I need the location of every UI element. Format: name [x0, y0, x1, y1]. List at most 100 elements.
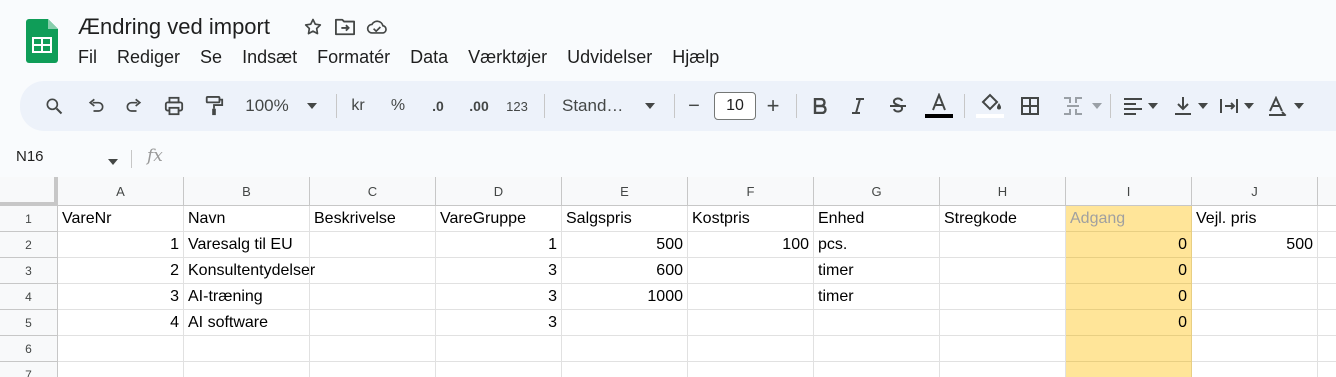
row-header-3[interactable]: 3 — [0, 258, 58, 284]
cell-b5[interactable]: AI software — [184, 310, 310, 336]
cell-g3[interactable]: timer — [814, 258, 940, 284]
cell-b6[interactable] — [184, 336, 310, 362]
cell-d7[interactable] — [436, 362, 562, 377]
increase-font-size-button[interactable]: + — [763, 81, 783, 131]
cell-h6[interactable] — [940, 336, 1066, 362]
menu-rediger[interactable]: Rediger — [107, 46, 190, 68]
menu-formater[interactable]: Formatér — [307, 46, 400, 68]
column-header-b[interactable]: B — [184, 177, 310, 206]
vertical-align-icon[interactable] — [1170, 81, 1196, 131]
bold-icon[interactable] — [808, 81, 832, 131]
row-header-6[interactable]: 6 — [0, 336, 58, 362]
column-header-a[interactable]: A — [58, 177, 184, 206]
cell-c2[interactable] — [310, 232, 436, 258]
strikethrough-icon[interactable] — [886, 81, 910, 131]
cell-g6[interactable] — [814, 336, 940, 362]
star-icon[interactable] — [302, 16, 324, 38]
cell-partial-col[interactable] — [1318, 258, 1336, 284]
search-icon[interactable] — [40, 81, 68, 131]
halign-chevron-down-icon[interactable] — [1146, 81, 1160, 131]
cell-d4[interactable]: 3 — [436, 284, 562, 310]
cell-h7[interactable] — [940, 362, 1066, 377]
cell-j5[interactable] — [1192, 310, 1318, 336]
cell-h1[interactable]: Stregkode — [940, 206, 1066, 232]
cell-b2[interactable]: Varesalg til EU — [184, 232, 310, 258]
menu-udvidelser[interactable]: Udvidelser — [557, 46, 662, 68]
cell-f1[interactable]: Kostpris — [688, 206, 814, 232]
cell-j2[interactable]: 500 — [1192, 232, 1318, 258]
cell-f7[interactable] — [688, 362, 814, 377]
cell-partial-col[interactable] — [1318, 362, 1336, 377]
cell-e5[interactable] — [562, 310, 688, 336]
menu-hjaelp[interactable]: Hjælp — [662, 46, 729, 68]
cell-a2[interactable]: 1 — [58, 232, 184, 258]
name-box-chevron-down-icon[interactable] — [108, 152, 118, 170]
zoom-select[interactable]: 100% — [242, 81, 292, 131]
cell-h2[interactable] — [940, 232, 1066, 258]
cell-e1[interactable]: Salgspris — [562, 206, 688, 232]
cell-j4[interactable] — [1192, 284, 1318, 310]
merge-cells-icon[interactable] — [1058, 81, 1088, 131]
cell-c4[interactable] — [310, 284, 436, 310]
menu-data[interactable]: Data — [400, 46, 458, 68]
cell-d3[interactable]: 3 — [436, 258, 562, 284]
percent-format-button[interactable]: % — [386, 81, 410, 131]
cell-h5[interactable] — [940, 310, 1066, 336]
cell-c7[interactable] — [310, 362, 436, 377]
cell-i6[interactable] — [1066, 336, 1192, 362]
cell-f4[interactable] — [688, 284, 814, 310]
print-icon[interactable] — [160, 81, 188, 131]
select-all-corner[interactable] — [0, 177, 58, 206]
cell-c6[interactable] — [310, 336, 436, 362]
column-header-h[interactable]: H — [940, 177, 1066, 206]
cell-g4[interactable]: timer — [814, 284, 940, 310]
column-header-e[interactable]: E — [562, 177, 688, 206]
redo-icon[interactable] — [120, 81, 148, 131]
column-header-partial[interactable] — [1318, 177, 1336, 206]
cell-i4[interactable]: 0 — [1066, 284, 1192, 310]
cell-d2[interactable]: 1 — [436, 232, 562, 258]
cell-b4[interactable]: AI-træning — [184, 284, 310, 310]
cell-g2[interactable]: pcs. — [814, 232, 940, 258]
cell-c1[interactable]: Beskrivelse — [310, 206, 436, 232]
font-size-input[interactable]: 10 — [714, 92, 756, 120]
cell-e3[interactable]: 600 — [562, 258, 688, 284]
cloud-saved-icon[interactable] — [366, 16, 388, 38]
row-header-1[interactable]: 1 — [0, 206, 58, 232]
cell-a4[interactable]: 3 — [58, 284, 184, 310]
move-folder-icon[interactable] — [334, 16, 356, 38]
cell-e4[interactable]: 1000 — [562, 284, 688, 310]
cell-d6[interactable] — [436, 336, 562, 362]
chevron-down-icon[interactable] — [302, 81, 322, 131]
horizontal-align-icon[interactable] — [1120, 81, 1146, 131]
row-header-5[interactable]: 5 — [0, 310, 58, 336]
column-header-c[interactable]: C — [310, 177, 436, 206]
cell-f2[interactable]: 100 — [688, 232, 814, 258]
cell-j3[interactable] — [1192, 258, 1318, 284]
decrease-decimal-button[interactable]: .0 — [422, 81, 454, 131]
cell-h4[interactable] — [940, 284, 1066, 310]
row-header-4[interactable]: 4 — [0, 284, 58, 310]
row-header-7[interactable]: 7 — [0, 362, 58, 377]
column-header-j[interactable]: J — [1192, 177, 1318, 206]
paint-format-icon[interactable] — [200, 81, 228, 131]
column-header-i[interactable]: I — [1066, 177, 1192, 206]
cell-j1[interactable]: Vejl. pris — [1192, 206, 1318, 232]
merge-chevron-down-icon[interactable] — [1090, 81, 1104, 131]
text-color-icon[interactable] — [922, 81, 956, 131]
cell-f3[interactable] — [688, 258, 814, 284]
rotation-chevron-down-icon[interactable] — [1292, 81, 1306, 131]
text-rotation-icon[interactable] — [1264, 81, 1292, 131]
font-chevron-down-icon[interactable] — [640, 81, 660, 131]
italic-icon[interactable] — [846, 81, 870, 131]
cell-i1[interactable]: Adgang — [1066, 206, 1192, 232]
column-header-g[interactable]: G — [814, 177, 940, 206]
currency-format-button[interactable]: kr — [346, 81, 370, 131]
cell-g1[interactable]: Enhed — [814, 206, 940, 232]
cell-i7[interactable] — [1066, 362, 1192, 377]
cell-e7[interactable] — [562, 362, 688, 377]
row-header-2[interactable]: 2 — [0, 232, 58, 258]
cell-d1[interactable]: VareGruppe — [436, 206, 562, 232]
text-wrapping-icon[interactable] — [1216, 81, 1242, 131]
cell-d5[interactable]: 3 — [436, 310, 562, 336]
